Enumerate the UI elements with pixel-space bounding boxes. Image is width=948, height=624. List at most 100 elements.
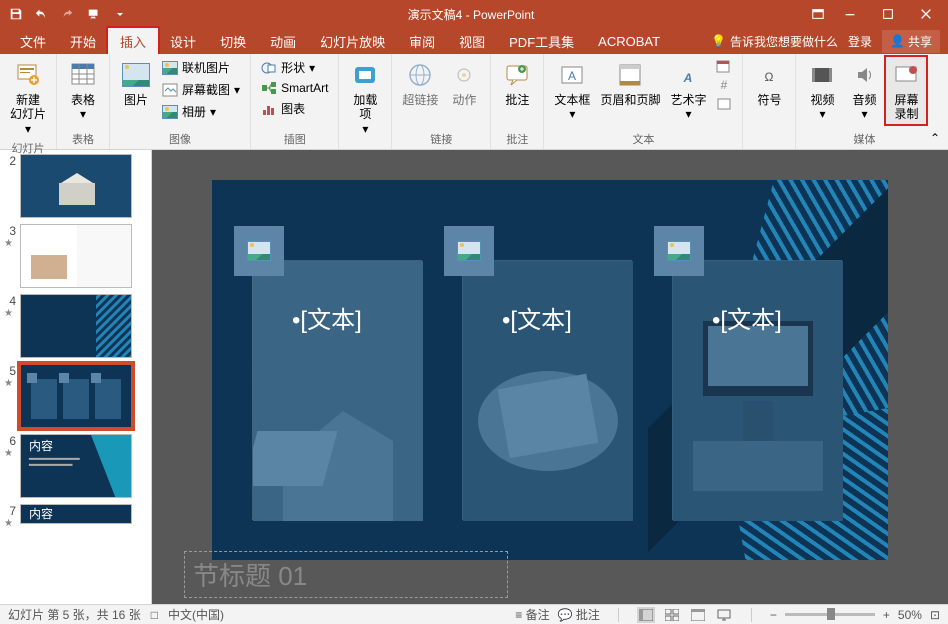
- image-placeholder-icon[interactable]: [654, 226, 704, 276]
- slide-editor[interactable]: •[文本] •[文本] •[文本] 节标题 01: [152, 150, 948, 604]
- notes-placeholder[interactable]: 节标题 01: [184, 551, 508, 598]
- spellcheck-icon[interactable]: □: [151, 608, 158, 622]
- maximize-button[interactable]: [870, 3, 906, 25]
- quick-access-toolbar: [0, 3, 136, 25]
- chevron-down-icon: ▾: [210, 105, 216, 119]
- symbol-button[interactable]: Ω 符号: [749, 57, 789, 109]
- tab-review[interactable]: 审阅: [397, 28, 447, 55]
- close-button[interactable]: [908, 3, 944, 25]
- share-icon: 👤: [890, 34, 905, 48]
- thumbnail-item[interactable]: 6★ 内容━━━━━━━━━━━━━: [4, 434, 147, 498]
- redo-button[interactable]: [56, 3, 80, 25]
- screen-recording-button[interactable]: 屏幕 录制: [886, 57, 926, 124]
- image-placeholder-icon[interactable]: [234, 226, 284, 276]
- object-button[interactable]: [712, 95, 736, 113]
- svg-text:A: A: [568, 69, 576, 83]
- addin-button[interactable]: 加载 项 ▾: [345, 57, 385, 138]
- slide-sorter-button[interactable]: [663, 607, 681, 623]
- tab-pdf[interactable]: PDF工具集: [497, 28, 586, 55]
- notes-toggle[interactable]: ≡ 备注: [515, 606, 549, 623]
- shapes-button[interactable]: 形状▾: [257, 57, 332, 78]
- qat-customize-button[interactable]: [108, 3, 132, 25]
- tab-slideshow[interactable]: 幻灯片放映: [308, 28, 397, 55]
- svg-text:A: A: [683, 71, 693, 85]
- picture-button[interactable]: 图片 ▾: [116, 57, 156, 124]
- chart-button[interactable]: 图表: [257, 98, 332, 119]
- chevron-down-icon: ▾: [234, 83, 240, 97]
- image-placeholder-icon[interactable]: [444, 226, 494, 276]
- zoom-out-button[interactable]: −: [770, 608, 777, 622]
- language-indicator[interactable]: 中文(中国): [168, 606, 224, 623]
- tell-me-text: 告诉我您想要做什么: [730, 33, 838, 50]
- screenshot-button[interactable]: 屏幕截图▾: [158, 79, 244, 100]
- tab-home[interactable]: 开始: [58, 28, 108, 55]
- zoom-slider[interactable]: [785, 613, 875, 616]
- text-placeholder[interactable]: •[文本]: [502, 300, 572, 335]
- thumbnail-item[interactable]: 4★: [4, 294, 147, 358]
- photo-album-button[interactable]: 相册▾: [158, 101, 244, 122]
- zoom-level[interactable]: 50%: [898, 608, 922, 622]
- ribbon-group-comments: 批注 批注: [491, 54, 544, 149]
- ribbon-group-symbols: Ω 符号 .: [743, 54, 796, 149]
- tell-me-area[interactable]: 💡 告诉我您想要做什么 登录 👤 共享: [711, 30, 940, 53]
- tab-design[interactable]: 设计: [158, 28, 208, 55]
- slide-thumbnails-panel[interactable]: 2 3★ 4★ 5★ 6★ 内容━━━━━━━━━━━━━ 7★ 内容: [0, 150, 152, 604]
- thumbnail-item[interactable]: 2: [4, 154, 147, 218]
- ribbon-group-media: 视频 ▾ 音频 ▾ 屏幕 录制 媒体: [796, 54, 932, 149]
- tab-transitions[interactable]: 切换: [208, 28, 258, 55]
- status-bar: 幻灯片 第 5 张，共 16 张 □ 中文(中国) ≡ 备注 💬 批注 − + …: [0, 604, 948, 624]
- ribbon-display-options-button[interactable]: [806, 3, 830, 25]
- save-button[interactable]: [4, 3, 28, 25]
- new-slide-button[interactable]: 新建 幻灯片 ▾: [6, 57, 50, 138]
- comment-button[interactable]: 批注: [497, 57, 537, 109]
- start-from-beginning-button[interactable]: [82, 3, 106, 25]
- fit-to-window-button[interactable]: ⊡: [930, 608, 940, 622]
- collapse-ribbon-button[interactable]: ⌃: [930, 131, 940, 145]
- tab-acrobat[interactable]: ACROBAT: [586, 30, 672, 53]
- textbox-button[interactable]: A 文本框 ▾: [550, 57, 594, 124]
- zoom-in-button[interactable]: +: [883, 608, 890, 622]
- slide-number-button[interactable]: #: [712, 76, 736, 94]
- normal-view-button[interactable]: [637, 607, 655, 623]
- thumbnail-item[interactable]: 5★: [4, 364, 147, 428]
- tab-file[interactable]: 文件: [8, 28, 58, 55]
- ribbon-group-images: 图片 ▾ 联机图片 屏幕截图▾ 相册▾ 图像: [110, 54, 251, 149]
- text-placeholder[interactable]: •[文本]: [292, 300, 362, 335]
- slideshow-button[interactable]: [715, 607, 733, 623]
- tab-insert[interactable]: 插入: [108, 28, 158, 55]
- chevron-down-icon: ▾: [819, 107, 825, 121]
- table-button[interactable]: 表格 ▾: [63, 57, 103, 124]
- text-placeholder[interactable]: •[文本]: [712, 300, 782, 335]
- audio-button[interactable]: 音频 ▾: [844, 57, 884, 124]
- share-button[interactable]: 👤 共享: [882, 30, 940, 53]
- sign-in-link[interactable]: 登录: [848, 33, 872, 50]
- undo-button[interactable]: [30, 3, 54, 25]
- chevron-down-icon: ▾: [309, 61, 315, 75]
- smartart-button[interactable]: SmartArt: [257, 79, 332, 97]
- video-button[interactable]: 视频 ▾: [802, 57, 842, 124]
- date-time-button[interactable]: [712, 57, 736, 75]
- minimize-button[interactable]: [832, 3, 868, 25]
- tab-view[interactable]: 视图: [447, 28, 497, 55]
- header-footer-button[interactable]: 页眉和页脚: [596, 57, 664, 109]
- ribbon-group-tables: 表格 ▾ 表格: [57, 54, 110, 149]
- reading-view-button[interactable]: [689, 607, 707, 623]
- tab-animations[interactable]: 动画: [258, 28, 308, 55]
- slide-counter[interactable]: 幻灯片 第 5 张，共 16 张: [8, 606, 141, 623]
- online-picture-button[interactable]: 联机图片: [158, 57, 244, 78]
- svg-text:━━━━━━: ━━━━━━: [28, 458, 73, 472]
- ribbon-group-addins: 加载 项 ▾ .: [339, 54, 392, 149]
- chevron-down-icon: ▾: [569, 107, 575, 121]
- ribbon: 新建 幻灯片 ▾ 幻灯片 表格 ▾ 表格 图片 ▾ 联机图片 屏幕截图▾: [0, 54, 948, 150]
- comments-toggle[interactable]: 💬 批注: [558, 606, 600, 623]
- chevron-down-icon: ▾: [861, 107, 867, 121]
- action-button[interactable]: 动作: [444, 57, 484, 109]
- thumbnail-item[interactable]: 3★: [4, 224, 147, 288]
- thumbnail-item[interactable]: 7★ 内容: [4, 504, 147, 529]
- window-title: 演示文稿4 - PowerPoint: [136, 6, 806, 23]
- svg-text:#: #: [721, 78, 728, 92]
- slide-canvas[interactable]: •[文本] •[文本] •[文本]: [212, 180, 888, 560]
- hyperlink-button[interactable]: 超链接: [398, 57, 442, 109]
- wordart-button[interactable]: A 艺术字 ▾: [666, 57, 710, 124]
- menu-bar: 文件 开始 插入 设计 切换 动画 幻灯片放映 审阅 视图 PDF工具集 ACR…: [0, 28, 948, 54]
